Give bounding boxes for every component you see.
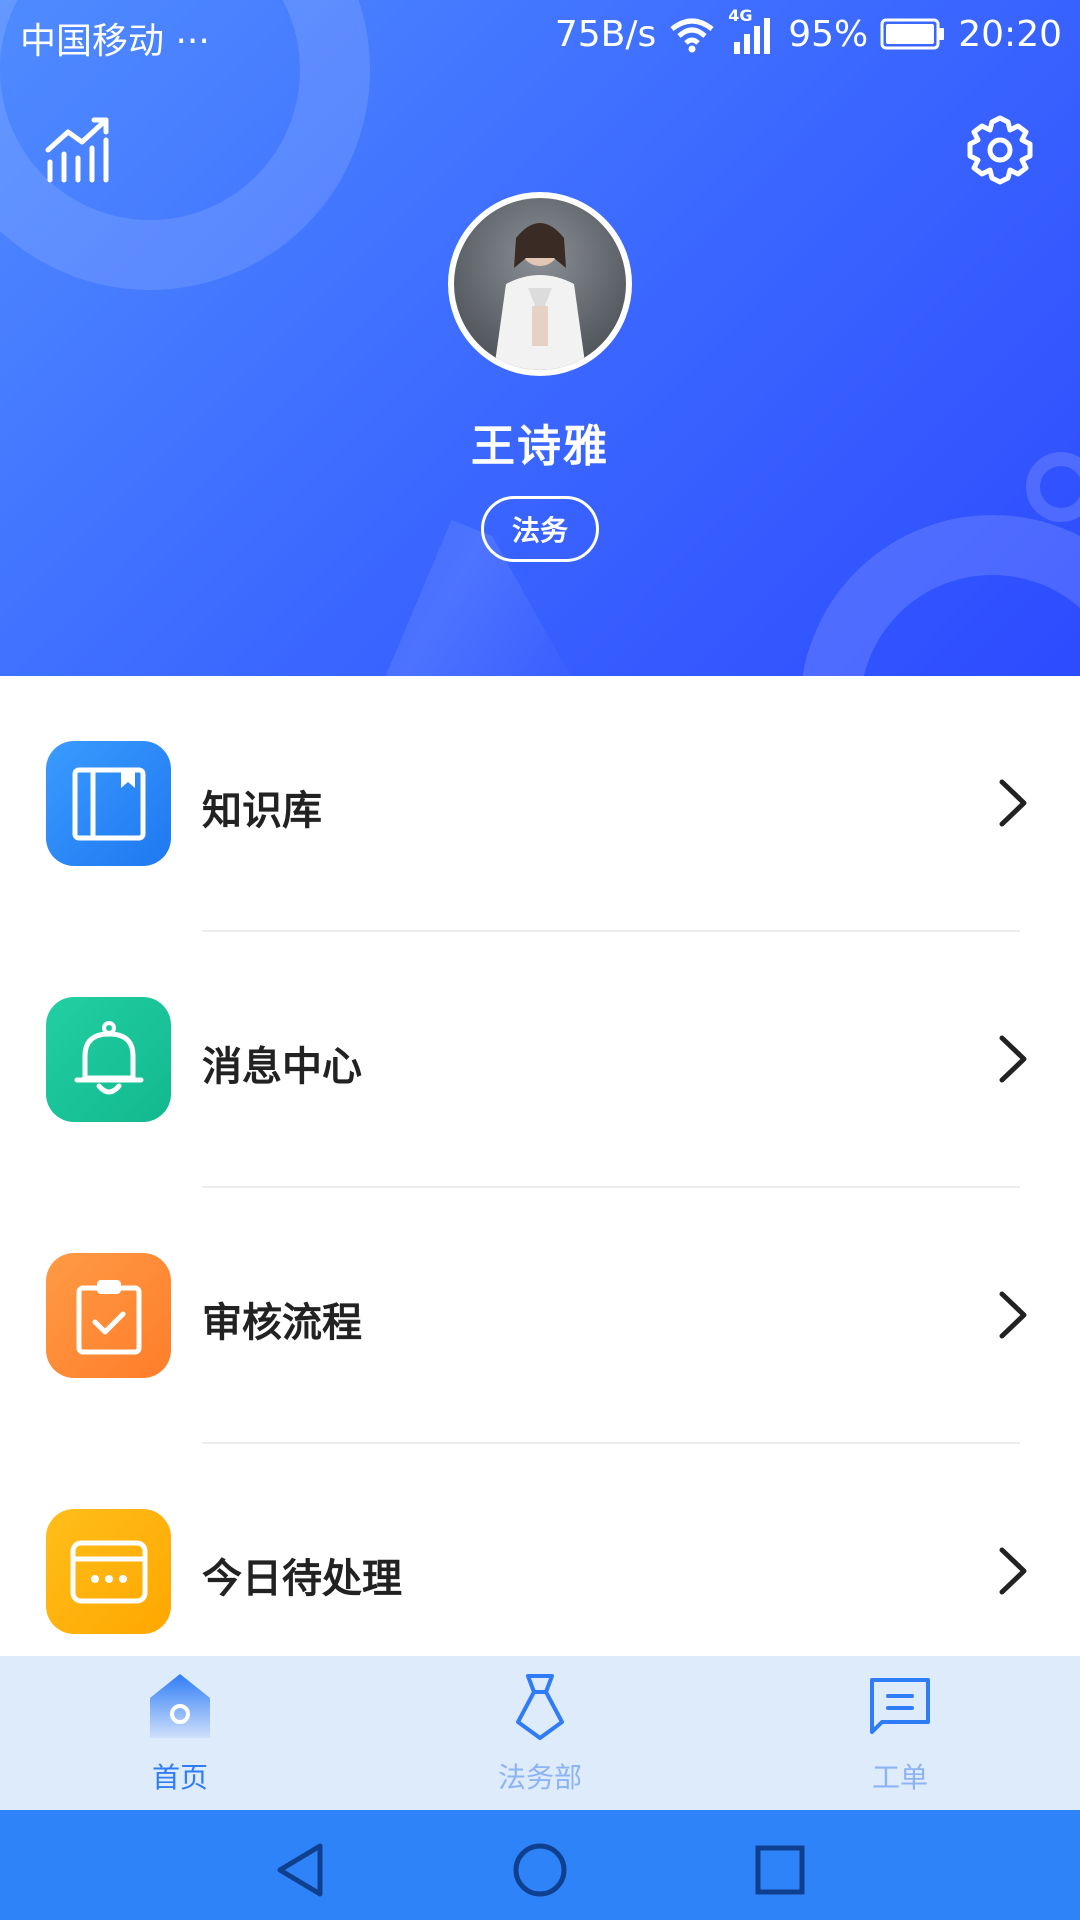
- menu-label: 消息中心: [202, 1044, 362, 1090]
- tab-label: 工单: [871, 1761, 928, 1794]
- home-button-icon[interactable]: [510, 1840, 570, 1900]
- user-name: 王诗雅: [471, 421, 609, 472]
- bottom-tab-bar: 首页 法务部 工单: [0, 1656, 1080, 1810]
- signal-icon: 4G: [728, 6, 776, 56]
- battery-percent: 95%: [788, 13, 869, 55]
- tab-label: 法务部: [497, 1761, 582, 1794]
- stats-chart-icon[interactable]: [42, 114, 114, 186]
- battery-icon: [880, 18, 945, 50]
- back-icon[interactable]: [270, 1840, 330, 1900]
- tie-icon: [516, 1674, 564, 1740]
- tab-work-order[interactable]: 工单: [800, 1656, 1000, 1810]
- bell-icon: [46, 997, 171, 1122]
- person-figure: [494, 223, 586, 370]
- tab-home[interactable]: 首页: [80, 1656, 280, 1810]
- menu-label: 审核流程: [202, 1300, 362, 1346]
- menu-label: 今日待处理: [202, 1556, 402, 1602]
- recents-icon[interactable]: [750, 1840, 810, 1900]
- menu-list: 知识库 消息中心 审核流程 今日待处理: [0, 676, 1080, 1700]
- role-badge: 法务: [480, 496, 599, 562]
- chevron-right-icon: [999, 1547, 1027, 1595]
- network-speed: 75B/s: [554, 13, 657, 55]
- network-type: 4G: [728, 6, 753, 25]
- tab-label: 首页: [151, 1761, 208, 1794]
- menu-item-knowledge-base[interactable]: 知识库: [0, 676, 1080, 932]
- gear-icon[interactable]: [964, 114, 1036, 186]
- clock: 20:20: [958, 13, 1062, 55]
- profile-block: 王诗雅 法务: [0, 192, 1080, 562]
- menu-label: 知识库: [202, 788, 322, 834]
- carrier-label: 中国移动 ···: [20, 21, 210, 62]
- status-bar: 中国移动 ··· 75B/s 4G 95% 20:20: [0, 0, 1080, 72]
- menu-item-review-process[interactable]: 审核流程: [0, 1188, 1080, 1444]
- wifi-icon: [670, 18, 714, 53]
- clipboard-check-icon: [46, 1253, 171, 1378]
- home-icon: [150, 1674, 210, 1738]
- menu-item-message-center[interactable]: 消息中心: [0, 932, 1080, 1188]
- avatar[interactable]: [448, 192, 632, 376]
- message-icon: [870, 1678, 930, 1734]
- chevron-right-icon: [999, 1291, 1027, 1339]
- profile-header: 中国移动 ··· 75B/s 4G 95% 20:20 王诗雅 法务: [0, 0, 1080, 676]
- chevron-right-icon: [999, 1035, 1027, 1083]
- system-nav-bar: [0, 1810, 1080, 1920]
- book-icon: [46, 741, 171, 866]
- chevron-right-icon: [999, 779, 1027, 827]
- tab-legal-dept[interactable]: 法务部: [440, 1656, 640, 1810]
- card-dots-icon: [46, 1509, 171, 1634]
